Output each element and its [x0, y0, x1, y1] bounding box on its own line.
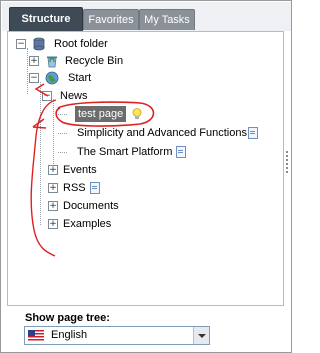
tree-connector — [27, 48, 28, 94]
page-tree-panel: Structure Favorites My Tasks − Root fold… — [0, 0, 292, 353]
expand-icon[interactable]: + — [48, 219, 58, 229]
tree-connector — [40, 82, 41, 225]
tree-node-events[interactable]: + Events — [48, 162, 128, 178]
tree-node-label[interactable]: RSS — [63, 180, 86, 196]
tree-node-root[interactable]: − Root folder — [16, 36, 156, 52]
tree-node-examples[interactable]: + Examples — [48, 216, 148, 232]
chevron-down-icon[interactable] — [193, 327, 209, 344]
expand-icon[interactable]: + — [48, 183, 58, 193]
tree-node-label[interactable]: Examples — [63, 216, 111, 232]
tab-my-tasks[interactable]: My Tasks — [139, 9, 195, 30]
tree-node-label[interactable]: Simplicity and Advanced Functions — [77, 125, 247, 141]
tree-node-rss[interactable]: + RSS — [48, 180, 128, 196]
recycle-bin-icon — [47, 56, 57, 68]
tree-node-label[interactable]: Root folder — [54, 36, 108, 52]
collapse-icon[interactable]: − — [42, 91, 52, 101]
flag-usa-icon — [28, 330, 44, 341]
tree-node-label[interactable]: Recycle Bin — [65, 53, 123, 69]
tab-structure[interactable]: Structure — [9, 7, 83, 31]
expand-icon[interactable]: + — [48, 201, 58, 211]
tree-node-label[interactable]: The Smart Platform — [77, 144, 172, 160]
resize-grip[interactable] — [285, 151, 289, 175]
language-select[interactable]: English — [24, 326, 210, 345]
tab-favorites[interactable]: Favorites — [83, 9, 139, 30]
tree-node-documents[interactable]: + Documents — [48, 198, 148, 214]
tree-node-recycle-bin[interactable]: + Recycle Bin — [29, 53, 149, 69]
database-icon — [33, 37, 45, 51]
expand-icon[interactable]: + — [48, 165, 58, 175]
expand-icon[interactable]: + — [29, 56, 39, 66]
tree-node-label[interactable]: Events — [63, 162, 97, 178]
language-value: English — [51, 329, 88, 341]
tree-connector — [58, 152, 67, 153]
page-document-icon — [90, 182, 100, 194]
tree-node-simplicity[interactable]: Simplicity and Advanced Functions — [77, 125, 277, 141]
tree-node-news[interactable]: − News — [42, 88, 122, 104]
tree-node-test-page[interactable]: test page — [75, 106, 145, 122]
page-document-icon — [176, 146, 186, 158]
tree-connector — [58, 133, 67, 134]
page-document-icon — [248, 127, 258, 139]
collapse-icon[interactable]: − — [29, 73, 39, 83]
tree-container: − Root folder + Recycle Bin − Start − Ne… — [7, 31, 284, 306]
tree-connector — [58, 114, 67, 115]
tree-node-label[interactable]: News — [60, 88, 88, 104]
tree-node-start[interactable]: − Start — [29, 70, 129, 86]
lightbulb-icon — [132, 108, 142, 119]
tree-node-label[interactable]: Documents — [63, 198, 119, 214]
show-page-tree-label: Show page tree: — [25, 312, 110, 324]
tab-strip: Structure Favorites My Tasks — [2, 2, 291, 31]
tree-node-label-selected[interactable]: test page — [75, 106, 127, 122]
tree-node-smart-platform[interactable]: The Smart Platform — [77, 144, 207, 160]
tree-node-label[interactable]: Start — [68, 70, 91, 86]
collapse-icon[interactable]: − — [16, 39, 26, 49]
globe-icon — [45, 71, 59, 85]
